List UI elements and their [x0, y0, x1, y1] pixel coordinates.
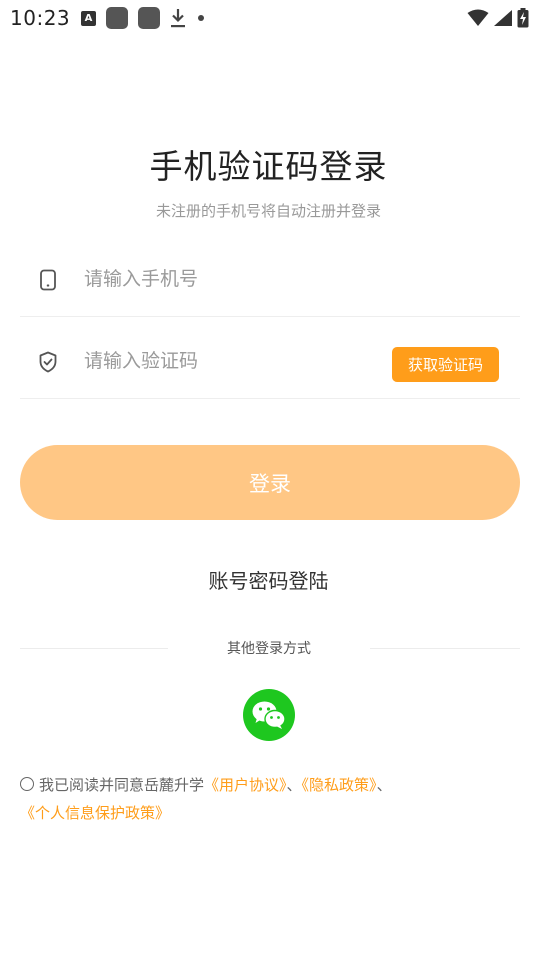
agree-radio[interactable] [20, 777, 34, 791]
divider-right [370, 648, 520, 649]
code-input[interactable] [84, 344, 384, 378]
password-login-link[interactable]: 账号密码登陆 [0, 565, 537, 594]
wechat-login-button[interactable] [243, 689, 295, 741]
phone-input[interactable] [84, 262, 384, 296]
user-agreement-link[interactable]: 《用户协议》 [204, 776, 287, 794]
system-icons [467, 7, 529, 29]
personal-info-policy-link[interactable]: 《个人信息保护政策》 [20, 804, 170, 822]
phone-field-row [20, 236, 520, 317]
page-subtitle: 未注册的手机号将自动注册并登录 [155, 202, 381, 220]
other-login-label: 其他登录方式 [227, 641, 311, 657]
privacy-policy-link[interactable]: 《隐私政策》 [302, 776, 377, 794]
login-button[interactable]: 登录 [20, 445, 520, 520]
app-square-icon [138, 7, 160, 29]
phone-icon [40, 269, 56, 291]
battery-charging-icon [517, 8, 529, 28]
agreement-text: 我已阅读并同意岳麓升学《用户协议》、《隐私政策》、 《个人信息保护政策》 [20, 771, 520, 827]
wifi-icon [467, 9, 489, 26]
status-time: 10:23 [10, 6, 71, 30]
signal-icon [494, 10, 512, 26]
agreement-separator: 、 [376, 776, 392, 794]
shield-check-icon [39, 351, 57, 373]
get-code-button[interactable]: 获取验证码 [392, 347, 499, 382]
wechat-icon [252, 701, 286, 729]
notification-icons: A [81, 7, 204, 29]
text-a-icon: A [81, 10, 96, 26]
download-icon [171, 9, 185, 28]
agreement-prefix: 我已阅读并同意岳麓升学 [39, 776, 205, 794]
page-title: 手机验证码登录 [149, 147, 388, 186]
agreement-separator: 、 [286, 776, 302, 794]
app-square-icon [106, 7, 128, 29]
dot-icon [198, 15, 204, 21]
divider-left [20, 648, 168, 649]
status-bar: 10:23 A [0, 0, 537, 36]
code-field-row: 获取验证码 [20, 318, 520, 399]
